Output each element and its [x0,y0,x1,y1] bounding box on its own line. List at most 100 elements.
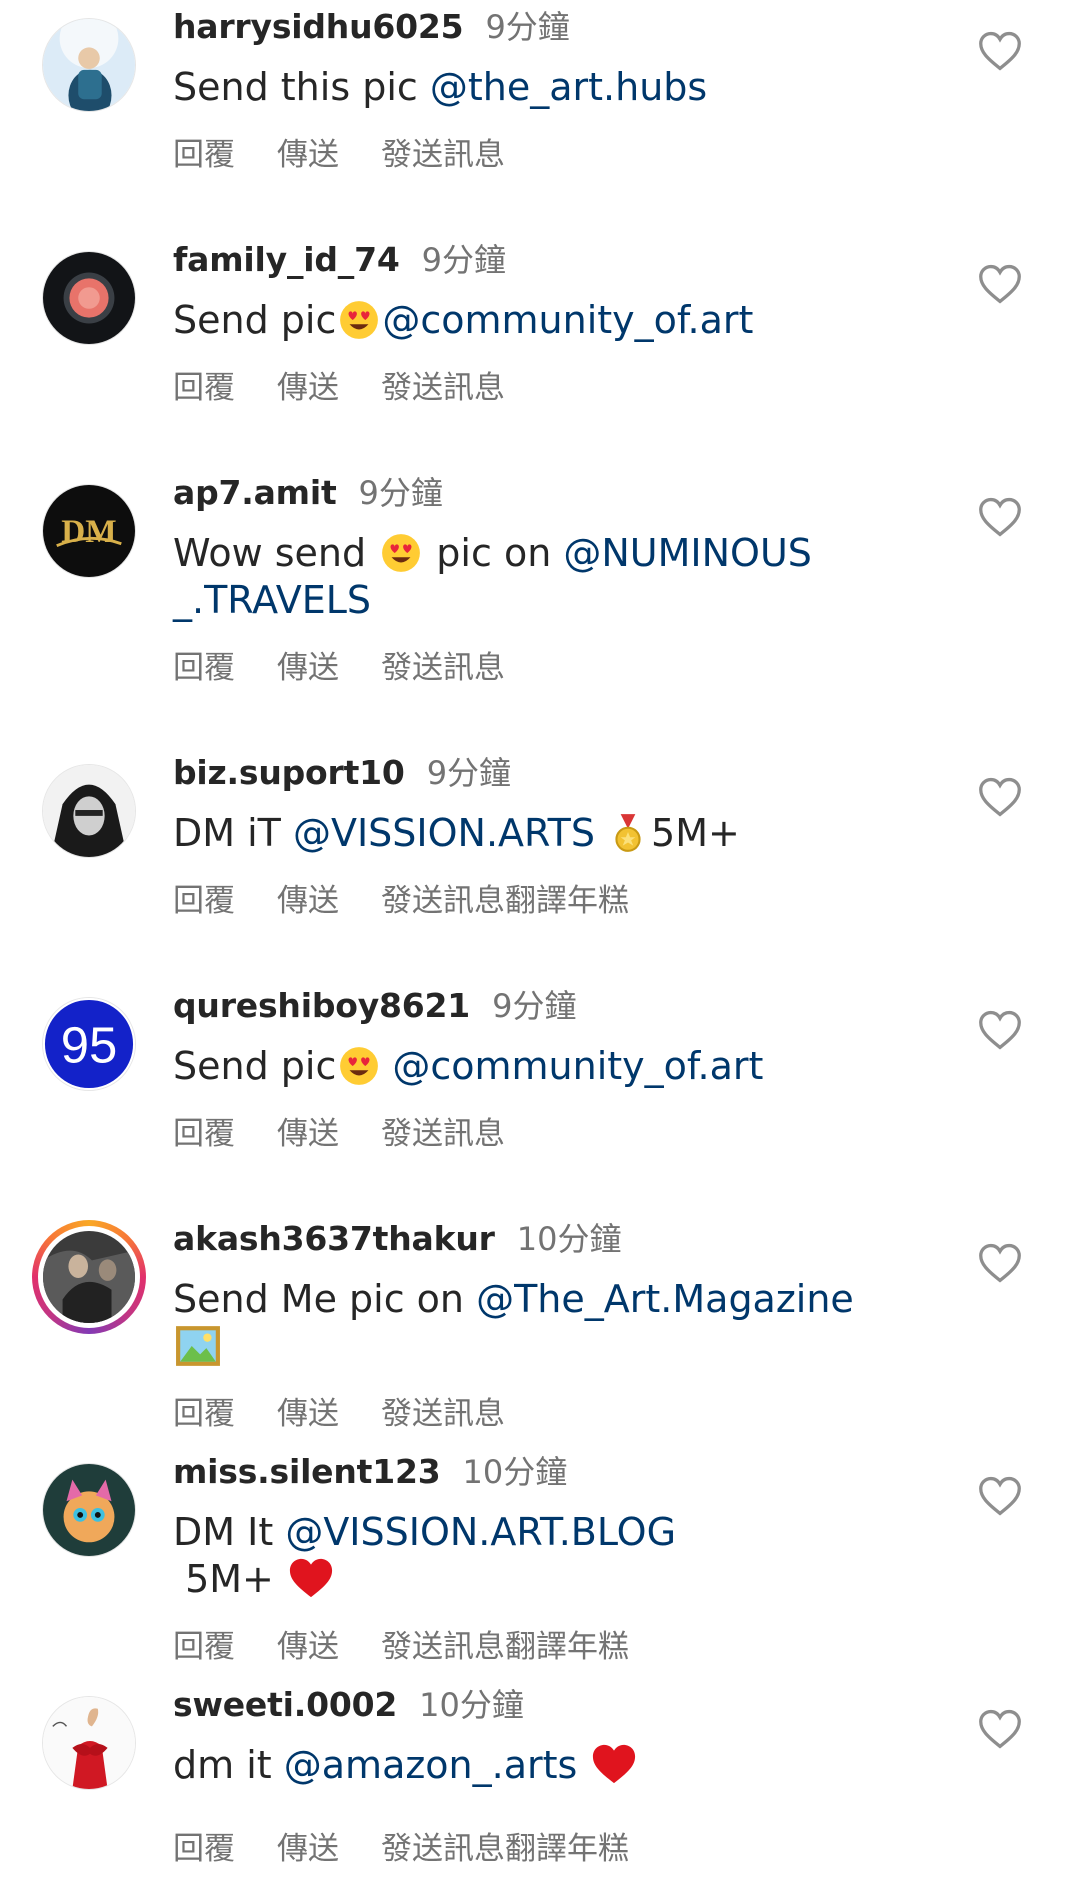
like-heart-icon[interactable] [978,1242,1022,1284]
translate-button[interactable]: 翻譯年糕 [505,1621,629,1666]
comment-actions: 回覆 傳送 發送訊息 翻譯年糕 [173,1823,970,1867]
mention-link[interactable]: @VISSION.ARTS [293,811,595,855]
mention-link[interactable]: @VISSION.ART.BLOG [285,1510,676,1554]
share-button[interactable]: 傳送 [277,1823,339,1868]
red-heart-emoji [591,1742,637,1786]
mention-link[interactable]: @The_Art.Magazine [476,1277,854,1321]
share-button[interactable]: 傳送 [277,362,339,407]
send-message-button[interactable]: 發送訊息 [381,642,505,687]
username[interactable]: family_id_74 [173,240,400,279]
timestamp: 9分鐘 [358,474,443,512]
send-message-button[interactable]: 發送訊息 [381,875,505,920]
comment-text-part: 5M+ [651,811,740,855]
framed-picture-emoji [175,1325,221,1367]
like-heart-icon[interactable] [978,30,1022,72]
avatar[interactable] [42,18,136,112]
avatar-logo-text: 95 [61,1017,118,1074]
comment-text-part: DM iT [173,811,293,855]
username[interactable]: sweeti.0002 [173,1685,397,1724]
comment-text-part [577,1743,589,1787]
timestamp: 10分鐘 [462,1453,568,1491]
avatar[interactable] [42,1463,136,1557]
reply-button[interactable]: 回覆 [173,1108,235,1153]
reply-button[interactable]: 回覆 [173,1621,235,1666]
comment-text-part: Send Me pic on [173,1277,477,1321]
heart-eyes-emoji [338,1045,380,1087]
mention-link[interactable]: @the_art.hubs [430,65,707,109]
like-heart-icon[interactable] [978,263,1022,305]
translate-button[interactable]: 翻譯年糕 [505,875,629,920]
share-button[interactable]: 傳送 [277,642,339,687]
share-button[interactable]: 傳送 [277,129,339,174]
heart-eyes-emoji [380,532,422,574]
comment-text-part: dm it [173,1743,284,1787]
comment-text: Wow send pic on @NUMINOUS_.TRAVELS [173,530,833,624]
username[interactable]: ap7.amit [173,473,337,512]
comment-text: dm it @amazon_.arts [173,1742,833,1789]
like-heart-icon[interactable] [978,1475,1022,1517]
reply-button[interactable]: 回覆 [173,129,235,174]
avatar[interactable]: DM [42,484,136,578]
share-button[interactable]: 傳送 [277,1388,339,1433]
share-button[interactable]: 傳送 [277,1621,339,1666]
comment-text-part: pic on [424,531,564,575]
avatar[interactable] [42,764,136,858]
reply-button[interactable]: 回覆 [173,362,235,407]
comment-text: Send pic @community_of.art [173,1043,833,1090]
send-message-button[interactable]: 發送訊息 [381,1621,505,1666]
reply-button[interactable]: 回覆 [173,875,235,920]
heart-eyes-emoji [338,299,380,341]
comment-text: DM iT @VISSION.ARTS 5M+ [173,810,833,857]
avatar-story-ring[interactable] [32,1220,146,1334]
comment-text-part: Send pic [173,1044,337,1088]
share-button[interactable]: 傳送 [277,1108,339,1153]
mention-link[interactable]: @amazon_.arts [284,1743,578,1787]
comment-actions: 回覆 傳送 發送訊息 [173,642,970,686]
comment-actions: 回覆 傳送 發送訊息 [173,1388,970,1432]
send-message-button[interactable]: 發送訊息 [381,1108,505,1153]
comment-text-part: Send pic [173,298,337,342]
comment-text-part: 5M+ [173,1557,286,1601]
comment-text: Send this pic @the_art.hubs [173,64,833,111]
comment-actions: 回覆 傳送 發送訊息 翻譯年糕 [173,875,970,919]
timestamp: 9分鐘 [492,987,577,1025]
share-button[interactable]: 傳送 [277,875,339,920]
comment-text: Send pic @community_of.art [173,297,833,344]
send-message-button[interactable]: 發送訊息 [381,129,505,174]
reply-button[interactable]: 回覆 [173,1823,235,1868]
comment-text: Send Me pic on @The_Art.Magazine [173,1276,893,1370]
username[interactable]: akash3637thakur [173,1219,495,1258]
username[interactable]: biz.suport10 [173,753,405,792]
username[interactable]: harrysidhu6025 [173,7,464,46]
comment-text-part: Send this pic [173,65,430,109]
comment-text-part: Wow send [173,531,379,575]
translate-button[interactable]: 翻譯年糕 [505,1823,629,1868]
like-heart-icon[interactable] [978,1708,1022,1750]
send-message-button[interactable]: 發送訊息 [381,1823,505,1868]
timestamp: 9分鐘 [421,241,506,279]
like-heart-icon[interactable] [978,776,1022,818]
comment-actions: 回覆 傳送 發送訊息 翻譯年糕 [173,1621,970,1665]
red-heart-emoji [288,1556,334,1600]
mention-link[interactable]: @community_of.art [382,298,753,342]
medal-emoji [607,812,649,854]
send-message-button[interactable]: 發送訊息 [381,362,505,407]
username[interactable]: miss.silent123 [173,1452,441,1491]
username[interactable]: qureshiboy8621 [173,986,470,1025]
comment-text-part: DM It [173,1510,286,1554]
like-heart-icon[interactable] [978,496,1022,538]
avatar [38,1226,140,1328]
avatar[interactable] [42,1696,136,1790]
reply-button[interactable]: 回覆 [173,642,235,687]
like-heart-icon[interactable] [978,1009,1022,1051]
avatar-logo-text: DM [61,513,116,550]
comment-text: DM It @VISSION.ART.BLOG 5M+ [173,1509,833,1603]
mention-link[interactable]: @community_of.art [392,1044,763,1088]
reply-button[interactable]: 回覆 [173,1388,235,1433]
comment-actions: 回覆 傳送 發送訊息 [173,1108,970,1152]
comment-actions: 回覆 傳送 發送訊息 [173,129,970,173]
avatar[interactable] [42,251,136,345]
avatar[interactable]: 95 [42,997,136,1091]
timestamp: 9分鐘 [485,8,570,46]
send-message-button[interactable]: 發送訊息 [381,1388,505,1433]
